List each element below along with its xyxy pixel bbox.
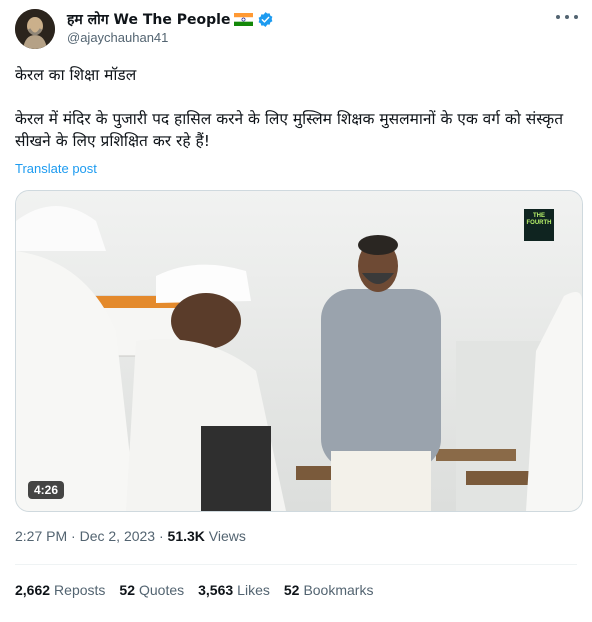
divider bbox=[15, 564, 577, 565]
post-date[interactable]: Dec 2, 2023 bbox=[80, 528, 156, 544]
tweet-line-body: केरल में मंदिर के पुजारी पद हासिल करने क… bbox=[15, 110, 564, 150]
verified-badge-icon bbox=[259, 11, 273, 27]
video-player[interactable]: THE FOURTH 4:26 bbox=[15, 190, 583, 512]
video-thumbnail bbox=[16, 191, 582, 511]
views-label: Views bbox=[208, 528, 246, 544]
tweet-line-title: केरल का शिक्षा मॉडल bbox=[15, 66, 137, 84]
india-flag-icon bbox=[234, 12, 254, 26]
stat-bookmarks[interactable]: 52 Bookmarks bbox=[284, 582, 374, 598]
avatar-image bbox=[15, 9, 55, 49]
more-options-icon[interactable] bbox=[556, 10, 578, 24]
author-name-row[interactable]: हम लोग We The People bbox=[67, 9, 274, 29]
translate-post-link[interactable]: Translate post bbox=[15, 161, 97, 176]
video-duration: 4:26 bbox=[28, 481, 65, 499]
stat-likes[interactable]: 3,563 Likes bbox=[198, 582, 270, 598]
avatar[interactable] bbox=[15, 9, 55, 49]
post-time[interactable]: 2:27 PM bbox=[15, 528, 67, 544]
display-name[interactable]: हम लोग We The People bbox=[67, 10, 230, 29]
tweet-text: केरल का शिक्षा मॉडल केरल में मंदिर के पु… bbox=[15, 64, 575, 152]
meta-separator: · bbox=[158, 528, 164, 544]
stat-reposts[interactable]: 2,662 Reposts bbox=[15, 582, 105, 598]
channel-watermark: THE FOURTH bbox=[524, 209, 554, 241]
engagement-stats: 2,662 Reposts 52 Quotes 3,563 Likes 52 Bookm… bbox=[15, 582, 373, 598]
meta-separator: · bbox=[71, 528, 76, 544]
views-count: 51.3K bbox=[167, 528, 205, 544]
stat-quotes[interactable]: 52 Quotes bbox=[119, 582, 184, 598]
post-meta: 2:27 PM · Dec 2, 2023 · 51.3K Views bbox=[15, 528, 246, 544]
author-handle[interactable]: @ajaychauhan41 bbox=[67, 30, 168, 45]
